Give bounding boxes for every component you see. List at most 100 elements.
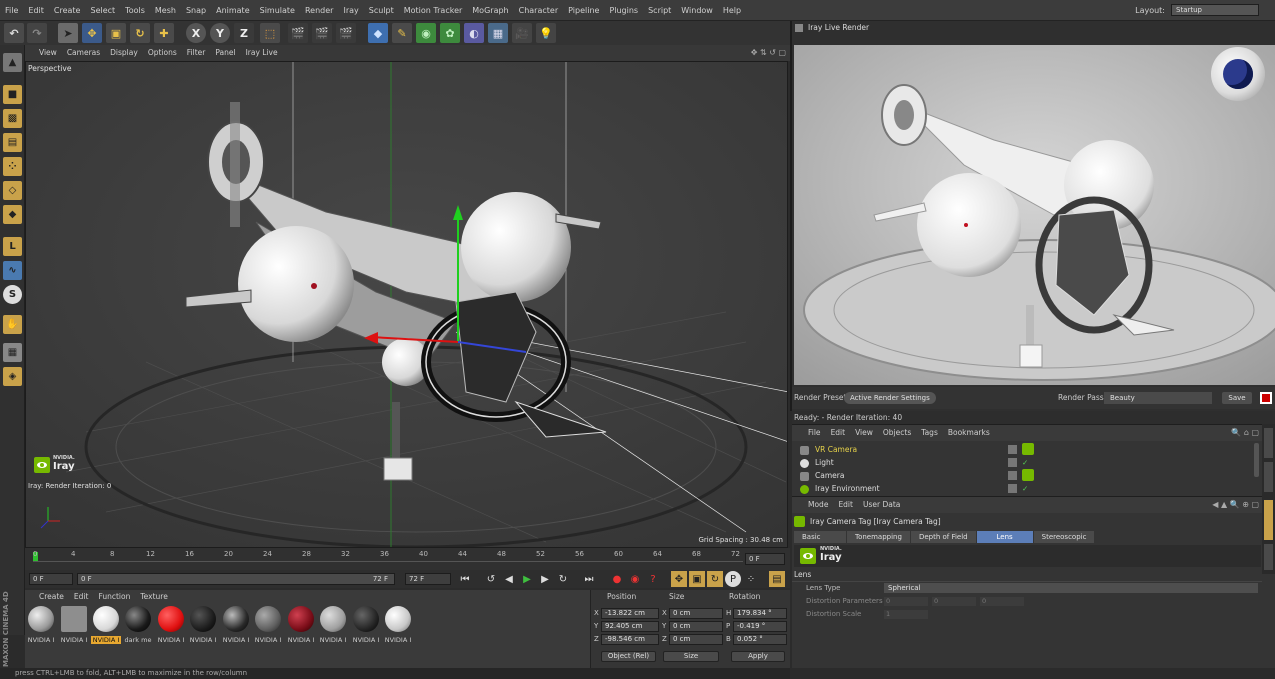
visibility-toggle[interactable] xyxy=(1008,445,1017,454)
model-mode-icon[interactable]: ■ xyxy=(3,85,22,104)
axis-z-button[interactable]: Z xyxy=(234,23,254,43)
live-selection-icon[interactable]: ➤ xyxy=(58,23,78,43)
object-row-light[interactable]: Light ✓ xyxy=(800,456,1256,469)
side-tab-takes[interactable] xyxy=(1264,462,1273,492)
record-parameter-icon[interactable]: P xyxy=(725,571,741,587)
tab-tonemapping[interactable]: Tonemapping xyxy=(847,531,910,543)
apply-button[interactable]: Apply xyxy=(731,651,785,662)
attribute-menu-user-data[interactable]: User Data xyxy=(858,497,905,513)
next-key-icon[interactable]: ↻ xyxy=(555,571,571,587)
stop-render-icon[interactable] xyxy=(1260,392,1272,404)
transform-tool-icon[interactable]: ✚ xyxy=(154,23,174,43)
object-menu-view[interactable]: View xyxy=(850,425,878,441)
solo-icon[interactable]: ◈ xyxy=(3,367,22,386)
end-frame-field[interactable]: 72 F xyxy=(405,573,451,585)
menu-character[interactable]: Character xyxy=(514,0,564,21)
menu-window[interactable]: Window xyxy=(676,0,718,21)
object-menu-tags[interactable]: Tags xyxy=(916,425,943,441)
menu-create[interactable]: Create xyxy=(49,0,86,21)
layout-select[interactable]: Startup xyxy=(1171,4,1259,16)
visibility-toggle[interactable] xyxy=(1008,484,1017,493)
floor-icon[interactable]: ▦ xyxy=(488,23,508,43)
position-z-field[interactable]: -98.546 cm xyxy=(601,634,659,645)
position-y-field[interactable]: 92.405 cm xyxy=(601,621,659,632)
keyframe-selection-icon[interactable]: ? xyxy=(645,571,661,587)
menu-animate[interactable]: Animate xyxy=(211,0,255,21)
menu-edit[interactable]: Edit xyxy=(23,0,49,21)
move-tool-icon[interactable]: ✥ xyxy=(82,23,102,43)
point-level-icon[interactable]: ⁘ xyxy=(743,571,759,587)
material-menu-create[interactable]: Create xyxy=(25,590,69,604)
coordinate-system-icon[interactable]: ⬚ xyxy=(260,23,280,43)
texture-mode-icon[interactable]: ▩ xyxy=(3,109,22,128)
cube-icon[interactable]: ◆ xyxy=(368,23,388,43)
size-y-field[interactable]: 0 cm xyxy=(669,621,723,632)
menu-render[interactable]: Render xyxy=(300,0,338,21)
viewport-menu-display[interactable]: Display xyxy=(105,45,143,61)
object-manager-scrollbar[interactable] xyxy=(1254,443,1259,477)
viewport-menu-cameras[interactable]: Cameras xyxy=(62,45,105,61)
axis-x-button[interactable]: X xyxy=(186,23,206,43)
save-button[interactable]: Save xyxy=(1222,392,1252,404)
material-swatch[interactable]: NVIDIA I xyxy=(318,606,348,644)
object-row-iray-environment[interactable]: Iray Environment ✓ xyxy=(800,482,1256,495)
camera-icon[interactable]: 🎥 xyxy=(512,23,532,43)
render-picture-viewer-icon[interactable]: 🎬 xyxy=(312,23,332,43)
material-swatch[interactable]: NVIDIA I xyxy=(91,606,121,644)
attribute-nav-icons[interactable]: ◀ ▲ 🔍 ⊕ ▢ xyxy=(1212,500,1259,509)
rotation-b-field[interactable]: 0.052 ° xyxy=(733,634,787,645)
light-icon[interactable]: 💡 xyxy=(536,23,556,43)
record-icon[interactable]: ● xyxy=(609,571,625,587)
menu-script[interactable]: Script xyxy=(643,0,676,21)
material-menu-edit[interactable]: Edit xyxy=(69,590,94,604)
points-mode-icon[interactable]: ⁘ xyxy=(3,157,22,176)
material-swatch[interactable]: dark me xyxy=(123,606,153,644)
start-frame-field[interactable]: 0 F xyxy=(29,573,73,585)
object-menu-file[interactable]: File xyxy=(792,425,826,441)
cloner-icon[interactable]: ✿ xyxy=(440,23,460,43)
axis-mode-icon[interactable]: L xyxy=(3,237,22,256)
object-row-camera[interactable]: Camera xyxy=(800,469,1256,482)
undo-icon[interactable]: ↶ xyxy=(4,23,24,43)
previous-key-icon[interactable]: ↺ xyxy=(483,571,499,587)
side-tab-objects[interactable] xyxy=(1264,428,1273,458)
coordinate-mode-select[interactable]: Object (Rel) xyxy=(601,651,656,662)
tweak-icon[interactable]: ∿ xyxy=(3,261,22,280)
snap-icon[interactable]: S xyxy=(3,285,22,304)
redo-icon[interactable]: ↷ xyxy=(27,23,47,43)
subdivision-icon[interactable]: ◉ xyxy=(416,23,436,43)
workplane-icon[interactable]: ▤ xyxy=(3,133,22,152)
render-preset-select[interactable]: Active Render Settings xyxy=(844,392,936,404)
panel-grip-icon[interactable] xyxy=(795,24,803,32)
position-x-field[interactable]: -13.822 cm xyxy=(601,608,659,619)
record-rotation-icon[interactable]: ↻ xyxy=(707,571,723,587)
make-editable-icon[interactable]: ▲ xyxy=(3,53,22,72)
menu-tools[interactable]: Tools xyxy=(120,0,150,21)
side-tab-attributes[interactable] xyxy=(1264,500,1273,540)
tab-lens[interactable]: Lens xyxy=(976,531,1033,543)
viewport-menu-options[interactable]: Options xyxy=(143,45,182,61)
size-x-field[interactable]: 0 cm xyxy=(669,608,723,619)
timeline-ruler[interactable]: 0 4 8 12 16 20 24 28 32 36 40 44 48 52 5… xyxy=(25,548,790,570)
menu-plugins[interactable]: Plugins xyxy=(604,0,643,21)
material-swatch[interactable]: NVIDIA I xyxy=(286,606,316,644)
attribute-menu-edit[interactable]: Edit xyxy=(833,497,858,513)
side-tab-layers[interactable] xyxy=(1264,544,1273,570)
menu-help[interactable]: Help xyxy=(718,0,746,21)
edges-mode-icon[interactable]: ◇ xyxy=(3,181,22,200)
timeline-end-field[interactable]: 0 F xyxy=(745,553,785,565)
pen-icon[interactable]: ✎ xyxy=(392,23,412,43)
lock-workplane-icon[interactable]: ✋ xyxy=(3,315,22,334)
distortion-param-1-field[interactable]: 0 xyxy=(884,597,928,606)
distortion-param-3-field[interactable]: 0 xyxy=(980,597,1024,606)
material-menu-function[interactable]: Function xyxy=(93,590,135,604)
autokey-icon[interactable]: ◉ xyxy=(627,571,643,587)
material-swatch[interactable]: NVIDIA I xyxy=(26,606,56,644)
iray-tag-icon[interactable] xyxy=(1022,443,1034,455)
next-frame-icon[interactable]: ▶ xyxy=(537,571,553,587)
size-z-field[interactable]: 0 cm xyxy=(669,634,723,645)
render-settings-icon[interactable]: 🎬 xyxy=(336,23,356,43)
menu-motion-tracker[interactable]: Motion Tracker xyxy=(399,0,468,21)
material-menu-texture[interactable]: Texture xyxy=(135,590,172,604)
timeline-window-icon[interactable]: ▤ xyxy=(769,571,785,587)
